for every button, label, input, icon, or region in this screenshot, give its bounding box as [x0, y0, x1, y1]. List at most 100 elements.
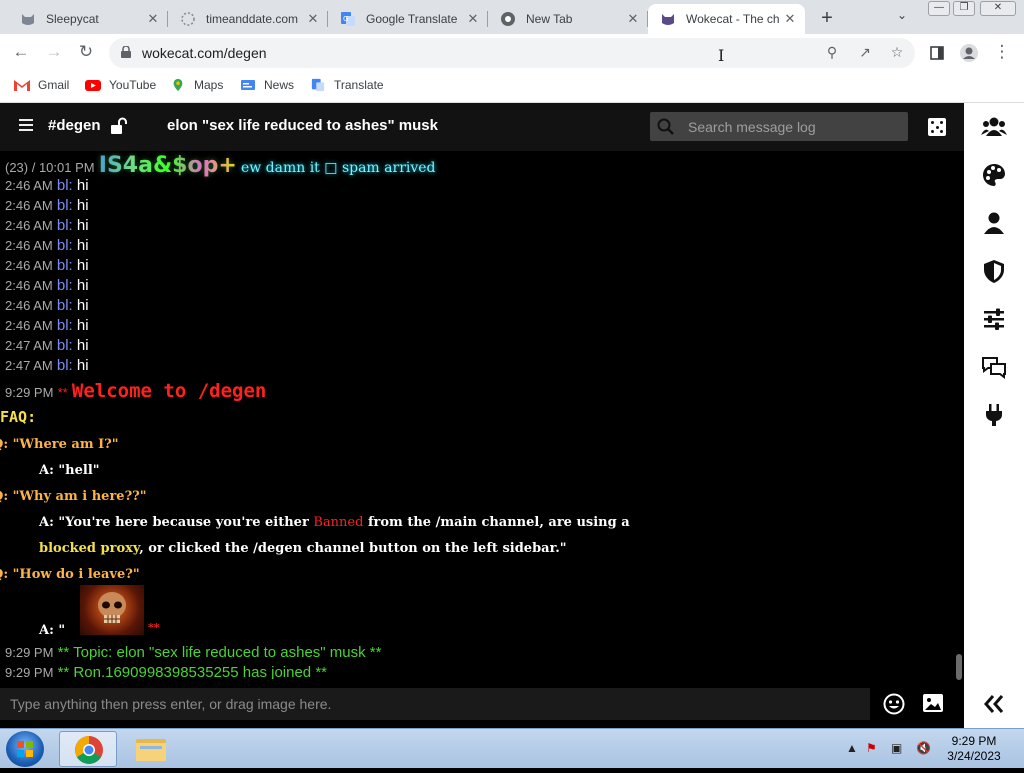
composer: [0, 684, 964, 728]
new-tab-button[interactable]: +: [817, 7, 837, 30]
bookmark-news[interactable]: News: [240, 78, 294, 92]
message-input-field[interactable]: [0, 688, 870, 720]
bookmark-maps[interactable]: Maps: [170, 78, 223, 92]
message-nick[interactable]: bl:: [57, 317, 73, 334]
plug-icon[interactable]: [981, 402, 1007, 428]
share-icon[interactable]: ↗: [856, 44, 874, 61]
dice-icon[interactable]: [928, 118, 946, 136]
menu-icon[interactable]: [19, 119, 33, 131]
sliders-icon[interactable]: [981, 306, 1007, 332]
users-icon[interactable]: [981, 114, 1007, 140]
taskbar-clock[interactable]: 9:29 PM 3/24/2023: [944, 734, 1004, 764]
message-nick[interactable]: bl:: [57, 357, 73, 374]
message-line: 2:46 AM bl: hi: [5, 217, 89, 234]
join-notice: ** Ron.1690998398535255 has joined **: [57, 664, 327, 679]
profile-avatar-icon[interactable]: [957, 41, 981, 65]
message-text: hi: [76, 237, 89, 254]
message-nick[interactable]: bl:: [57, 277, 73, 294]
rainbow-nick[interactable]: IS4a&$op+: [99, 153, 237, 178]
tab-sleepycat[interactable]: Sleepycat ✕: [8, 4, 168, 34]
maps-icon: [173, 78, 183, 92]
close-tab-icon[interactable]: ✕: [781, 11, 799, 27]
faq-question: Q: "Why am i here??": [0, 489, 147, 504]
message-nick[interactable]: bl:: [57, 257, 73, 274]
bookmark-translate[interactable]: Translate: [310, 78, 384, 92]
tab-title: Sleepycat: [46, 12, 99, 26]
shield-icon[interactable]: [981, 258, 1007, 284]
timestamp: 2:46 AM: [5, 178, 53, 193]
tray-network-icon[interactable]: ▣: [891, 741, 902, 755]
close-window-button[interactable]: ✕: [980, 1, 1016, 16]
message-text: hi: [76, 277, 89, 294]
message-nick[interactable]: bl:: [57, 177, 73, 194]
message-log-search[interactable]: [650, 112, 908, 141]
message-nick[interactable]: bl:: [57, 297, 73, 314]
tab-title: timeanddate.com: [206, 12, 299, 26]
close-tab-icon[interactable]: ✕: [304, 11, 322, 27]
message-input[interactable]: [10, 694, 860, 714]
taskbar-chrome[interactable]: [59, 731, 117, 767]
svg-text:G: G: [343, 15, 348, 23]
collapse-double-chevron-icon[interactable]: [983, 694, 1005, 714]
tab-new-tab[interactable]: New Tab ✕: [488, 4, 648, 34]
back-button[interactable]: ←: [9, 41, 33, 65]
timestamp: 2:46 AM: [5, 278, 53, 293]
message-line: 2:46 AM bl: hi: [5, 257, 89, 274]
unlock-icon[interactable]: [110, 117, 128, 135]
faq-question: Q: "Where am I?": [0, 437, 119, 452]
bookmark-youtube[interactable]: YouTube: [85, 78, 156, 92]
start-button[interactable]: [6, 731, 44, 767]
answer-text: from the /main channel, are using a: [363, 515, 630, 530]
message-line: 2:46 AM bl: hi: [5, 237, 89, 254]
tray-arrow-icon[interactable]: ▲: [846, 741, 858, 755]
channel-name: #degen: [48, 117, 101, 134]
address-bar[interactable]: wokecat.com/degen ⚲ ↗ ☆: [109, 38, 915, 68]
blocked-proxy-text: blocked proxy: [39, 541, 140, 556]
side-panel-icon[interactable]: [925, 41, 949, 65]
browser-tab-strip: Sleepycat ✕ timeanddate.com ✕ G Google T…: [0, 0, 1024, 34]
timestamp: 9:29 PM: [5, 665, 54, 679]
forward-button[interactable]: →: [42, 41, 66, 65]
bookmark-star-icon[interactable]: ☆: [888, 44, 906, 61]
minimize-button[interactable]: —: [928, 1, 950, 16]
tray-volume-icon[interactable]: 🔇: [916, 741, 931, 755]
tab-google-translate[interactable]: G Google Translate ✕: [328, 4, 488, 34]
emoji-icon[interactable]: [883, 693, 905, 715]
tray-flag-icon[interactable]: ⚑: [866, 741, 877, 755]
search-icon[interactable]: ⚲: [823, 44, 841, 61]
restore-button[interactable]: ❐: [953, 1, 975, 16]
timestamp: 2:46 AM: [5, 298, 53, 313]
message-nick[interactable]: bl:: [57, 337, 73, 354]
message-text: hi: [76, 177, 89, 194]
tab-search-chevron-icon[interactable]: ⌄: [897, 8, 907, 22]
close-tab-icon[interactable]: ✕: [144, 11, 162, 27]
faq-answer: blocked proxy, or clicked the /degen cha…: [39, 541, 567, 556]
palette-icon[interactable]: [981, 162, 1007, 188]
timestamp: 2:46 AM: [5, 198, 53, 213]
welcome-stars: **: [57, 385, 68, 400]
log-scrollbar[interactable]: [956, 654, 962, 680]
more-menu-icon[interactable]: ⋮: [990, 41, 1014, 65]
reload-button[interactable]: ↻: [74, 41, 98, 65]
user-icon[interactable]: [981, 210, 1007, 236]
banned-text: Banned: [313, 515, 364, 530]
bookmark-gmail[interactable]: Gmail: [14, 78, 69, 92]
message-nick[interactable]: bl:: [57, 217, 73, 234]
taskbar-explorer[interactable]: [122, 731, 180, 767]
skull-image[interactable]: [80, 585, 144, 635]
faq-answer: A: ": [39, 623, 65, 638]
tab-wokecat[interactable]: Wokecat - The ch ✕: [648, 4, 805, 34]
message-text: hi: [76, 317, 89, 334]
tab-title: Google Translate: [366, 12, 458, 26]
close-tab-icon[interactable]: ✕: [464, 11, 482, 27]
tab-timeanddate[interactable]: timeanddate.com ✕: [168, 4, 328, 34]
message-text: hi: [76, 337, 89, 354]
close-tab-icon[interactable]: ✕: [624, 11, 642, 27]
image-upload-icon[interactable]: [922, 693, 944, 713]
url-text: wokecat.com/degen: [142, 45, 267, 61]
chat-bubbles-icon[interactable]: [981, 354, 1007, 380]
message-nick[interactable]: bl:: [57, 197, 73, 214]
message-text: hi: [76, 297, 89, 314]
search-input[interactable]: [688, 117, 898, 137]
message-nick[interactable]: bl:: [57, 237, 73, 254]
